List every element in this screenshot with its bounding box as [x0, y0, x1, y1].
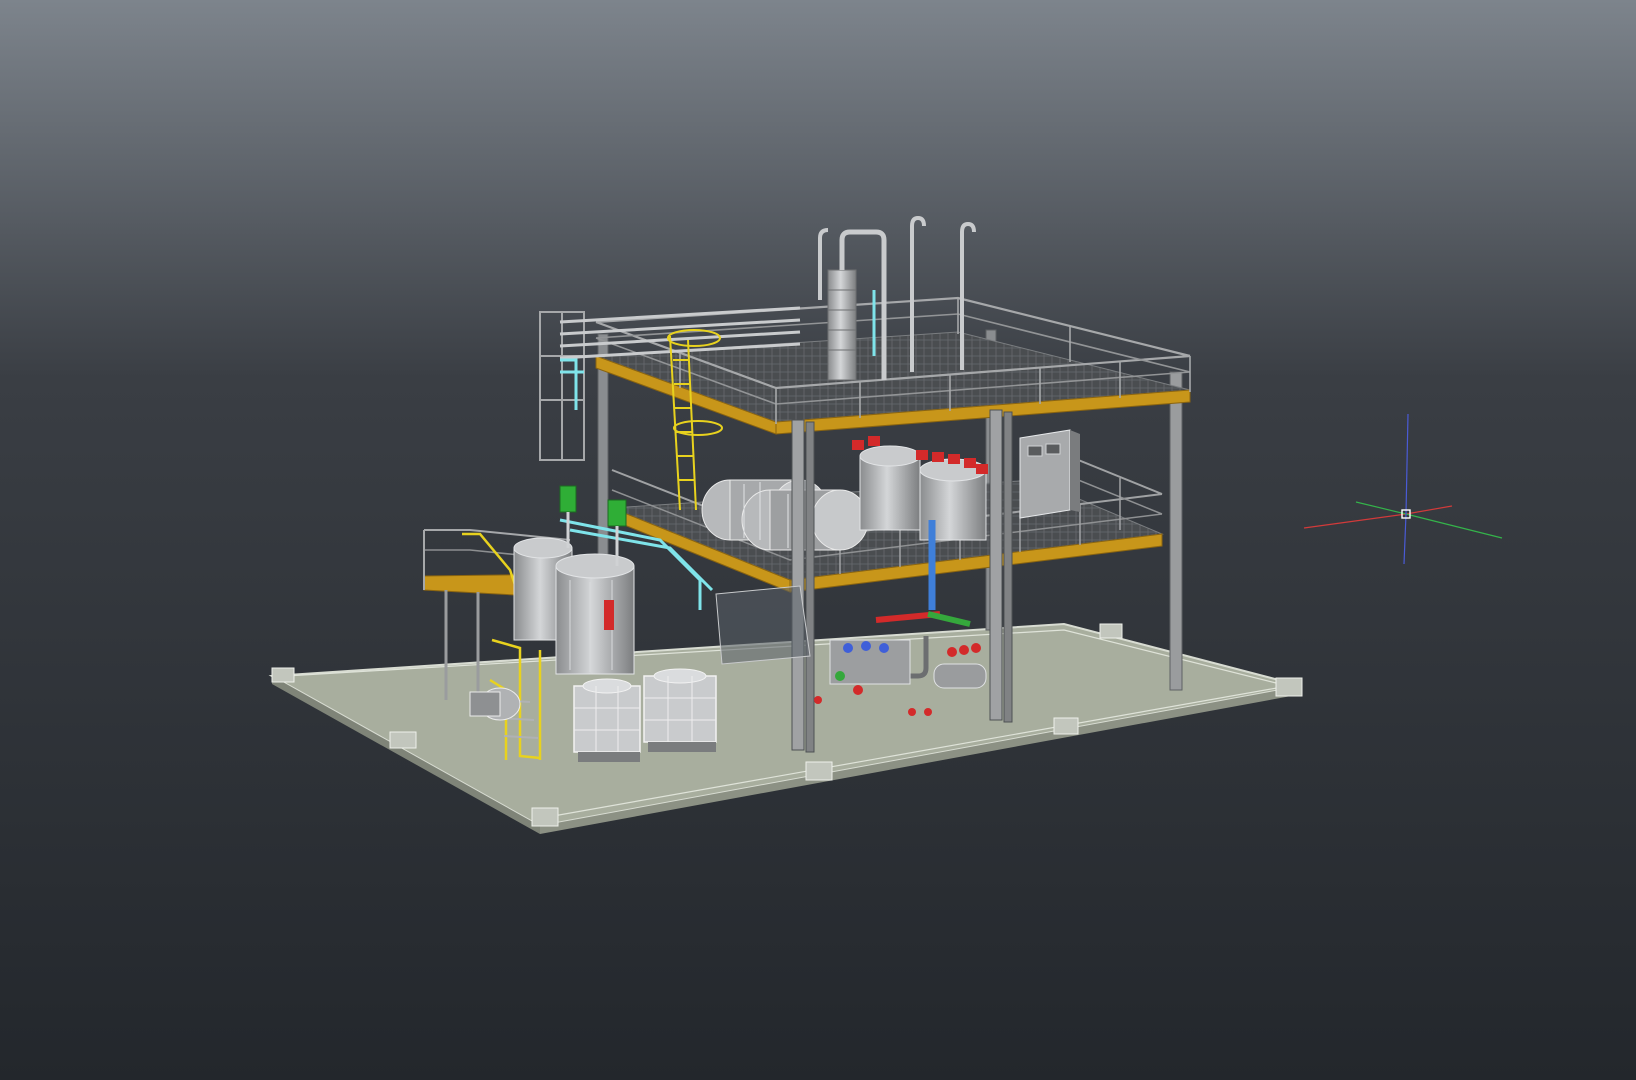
y-axis-line — [1405, 513, 1503, 539]
model-viewport[interactable] — [0, 0, 1636, 1080]
control-panel — [1019, 429, 1080, 519]
anchor-block — [1275, 677, 1303, 697]
x-axis-line — [1405, 505, 1453, 515]
motor-green-icon — [607, 499, 627, 527]
motor-green-icon — [559, 485, 577, 513]
anchor-block — [389, 731, 417, 749]
anchor-block — [1053, 717, 1079, 735]
z-axis-line — [1405, 413, 1409, 515]
anchor-block — [271, 667, 295, 683]
pump-skid — [469, 687, 521, 721]
z-axis-line — [1403, 513, 1407, 565]
anchor-block — [805, 761, 833, 781]
y-axis-line — [1355, 501, 1407, 515]
anchor-block — [1099, 623, 1123, 639]
horizontal-drums — [701, 479, 869, 551]
ucs-axis-icon — [1303, 413, 1503, 565]
filter-skid — [715, 585, 811, 665]
anchor-block — [531, 807, 559, 827]
x-axis-line — [1303, 513, 1407, 529]
